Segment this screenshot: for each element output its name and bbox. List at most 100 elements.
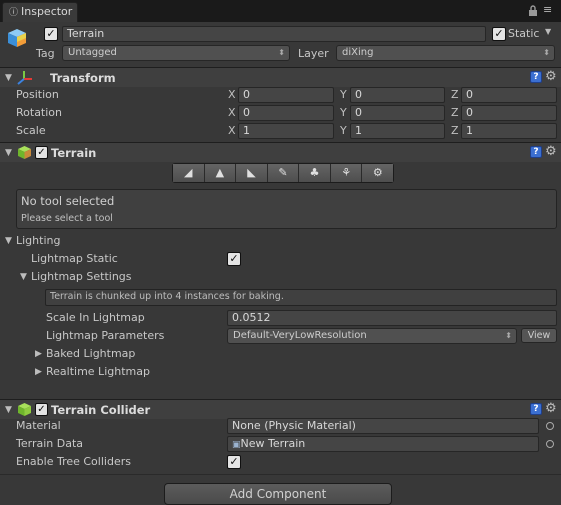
transform-header[interactable]: ▼ Transform ? ⚙ xyxy=(0,67,561,87)
lightmap-parameters-dropdown[interactable]: Default-VeryLowResolution ⬍ xyxy=(227,328,517,344)
paint-height-icon[interactable]: ▲ xyxy=(204,164,237,182)
tool-status-title: No tool selected xyxy=(21,194,115,208)
lightmap-parameters-label: Lightmap Parameters xyxy=(46,329,165,342)
material-label: Material xyxy=(16,419,61,432)
terrain-enabled-checkbox[interactable]: ✓ xyxy=(35,146,48,159)
gear-icon[interactable]: ⚙ xyxy=(545,144,557,159)
axis-y-label: Y xyxy=(340,124,347,137)
terrain-header[interactable]: ▼ ✓ Terrain ? ⚙ xyxy=(0,142,561,162)
smooth-height-icon[interactable]: ◣ xyxy=(236,164,268,182)
enable-tree-colliders-label: Enable Tree Colliders xyxy=(16,455,131,468)
paint-details-icon[interactable]: ⚘ xyxy=(330,164,363,182)
lightmap-static-label: Lightmap Static xyxy=(31,252,118,265)
object-name-field[interactable]: Terrain xyxy=(62,26,486,42)
foldout-open-icon[interactable]: ▼ xyxy=(5,405,12,415)
position-x-field[interactable]: 0 xyxy=(238,87,334,103)
rotation-z-field[interactable]: 0 xyxy=(461,105,557,121)
axis-y-label: Y xyxy=(340,88,347,101)
lightmap-static-checkbox[interactable]: ✓ xyxy=(227,252,241,266)
baked-lightmap-label: Baked Lightmap xyxy=(46,347,136,360)
transform-axes-icon xyxy=(17,71,32,85)
tool-status-hint: Please select a tool xyxy=(21,213,113,224)
baking-info-box: Terrain is chunked up into 4 instances f… xyxy=(45,289,557,306)
position-y-field[interactable]: 0 xyxy=(350,87,445,103)
realtime-lightmap-foldout-icon[interactable]: ▶ xyxy=(35,367,42,377)
enable-tree-colliders-checkbox[interactable]: ✓ xyxy=(227,455,241,469)
rotation-label: Rotation xyxy=(16,106,63,119)
lightmap-parameters-value: Default-VeryLowResolution xyxy=(233,330,367,341)
terrain-data-field[interactable]: ▣New Terrain xyxy=(227,436,539,452)
rotation-y-field[interactable]: 0 xyxy=(350,105,445,121)
tag-label: Tag xyxy=(36,47,55,60)
transform-row-rotation: Rotation X 0 Y 0 Z 0 xyxy=(0,104,561,122)
terrain-data-label: Terrain Data xyxy=(16,437,83,450)
axis-z-label: Z xyxy=(451,106,459,119)
dropdown-arrow-icon: ⬍ xyxy=(543,48,550,57)
terrain-title: Terrain xyxy=(51,146,97,160)
realtime-lightmap-label: Realtime Lightmap xyxy=(46,365,150,378)
transform-title: Transform xyxy=(50,71,116,85)
static-checkbox[interactable]: ✓ xyxy=(492,27,506,41)
axis-y-label: Y xyxy=(340,106,347,119)
lighting-label: Lighting xyxy=(16,234,61,247)
foldout-open-icon[interactable]: ▼ xyxy=(5,148,12,158)
baked-lightmap-foldout-icon[interactable]: ▶ xyxy=(35,349,42,359)
terrain-component-icon xyxy=(18,146,31,159)
rotation-x-field[interactable]: 0 xyxy=(238,105,334,121)
gear-icon[interactable]: ⚙ xyxy=(545,401,557,416)
axis-x-label: X xyxy=(228,124,236,137)
help-icon[interactable]: ? xyxy=(530,403,542,415)
terrain-tool-bar: ◢ ▲ ◣ ✎ ♣ ⚘ ⚙ xyxy=(172,163,394,183)
dropdown-arrow-icon: ⬍ xyxy=(505,331,512,340)
collider-enabled-checkbox[interactable]: ✓ xyxy=(35,403,48,416)
lighting-foldout-icon[interactable]: ▼ xyxy=(5,236,12,246)
paint-texture-icon[interactable]: ✎ xyxy=(267,164,300,182)
scale-x-field[interactable]: 1 xyxy=(238,123,334,139)
gameobject-cube-icon xyxy=(8,29,26,47)
view-button[interactable]: View xyxy=(521,328,557,343)
object-picker-icon[interactable] xyxy=(546,422,554,430)
gear-icon[interactable]: ⚙ xyxy=(545,69,557,84)
static-dropdown-icon[interactable]: ▼ xyxy=(545,27,551,36)
axis-x-label: X xyxy=(228,88,236,101)
lightmap-settings-label: Lightmap Settings xyxy=(31,270,132,283)
raise-lower-icon[interactable]: ◢ xyxy=(173,164,205,182)
layer-value: diXing xyxy=(342,47,374,58)
terrain-collider-header[interactable]: ▼ ✓ Terrain Collider ? ⚙ xyxy=(0,399,561,419)
collider-component-icon xyxy=(18,403,31,416)
tab-bar xyxy=(0,0,561,22)
position-z-field[interactable]: 0 xyxy=(461,87,557,103)
object-picker-icon[interactable] xyxy=(546,440,554,448)
place-trees-icon[interactable]: ♣ xyxy=(299,164,331,182)
add-component-button[interactable]: Add Component xyxy=(164,483,392,505)
foldout-open-icon[interactable]: ▼ xyxy=(5,73,12,83)
help-icon[interactable]: ? xyxy=(530,146,542,158)
layer-label: Layer xyxy=(298,47,329,60)
help-icon[interactable]: ? xyxy=(530,71,542,83)
scale-label: Scale xyxy=(16,124,46,137)
terrain-data-asset-icon: ▣ xyxy=(232,440,241,450)
static-label: Static xyxy=(508,27,540,40)
tag-dropdown[interactable]: Untagged ⬍ xyxy=(62,45,290,61)
tool-status-box: No tool selected Please select a tool xyxy=(16,189,557,229)
scale-in-lightmap-field[interactable]: 0.0512 xyxy=(227,310,557,326)
tab-inspector[interactable]: ⓘ Inspector xyxy=(2,2,78,22)
transform-row-scale: Scale X 1 Y 1 Z 1 xyxy=(0,122,561,140)
position-label: Position xyxy=(16,88,59,101)
material-field[interactable]: None (Physic Material) xyxy=(227,418,539,434)
scale-y-field[interactable]: 1 xyxy=(350,123,445,139)
terrain-collider-title: Terrain Collider xyxy=(51,403,151,417)
axis-z-label: Z xyxy=(451,88,459,101)
terrain-settings-icon[interactable]: ⚙ xyxy=(362,164,394,182)
terrain-data-value: New Terrain xyxy=(240,437,306,450)
object-active-checkbox[interactable]: ✓ xyxy=(44,27,58,41)
transform-row-position: Position X 0 Y 0 Z 0 xyxy=(0,86,561,104)
layer-dropdown[interactable]: diXing ⬍ xyxy=(336,45,555,61)
info-icon: ⓘ xyxy=(9,8,19,18)
tab-menu-icon[interactable]: ≡ xyxy=(543,3,552,16)
axis-z-label: Z xyxy=(451,124,459,137)
lightmap-settings-foldout-icon[interactable]: ▼ xyxy=(20,272,27,282)
scale-z-field[interactable]: 1 xyxy=(461,123,557,139)
lock-icon[interactable] xyxy=(528,5,538,16)
tag-value: Untagged xyxy=(68,47,117,58)
